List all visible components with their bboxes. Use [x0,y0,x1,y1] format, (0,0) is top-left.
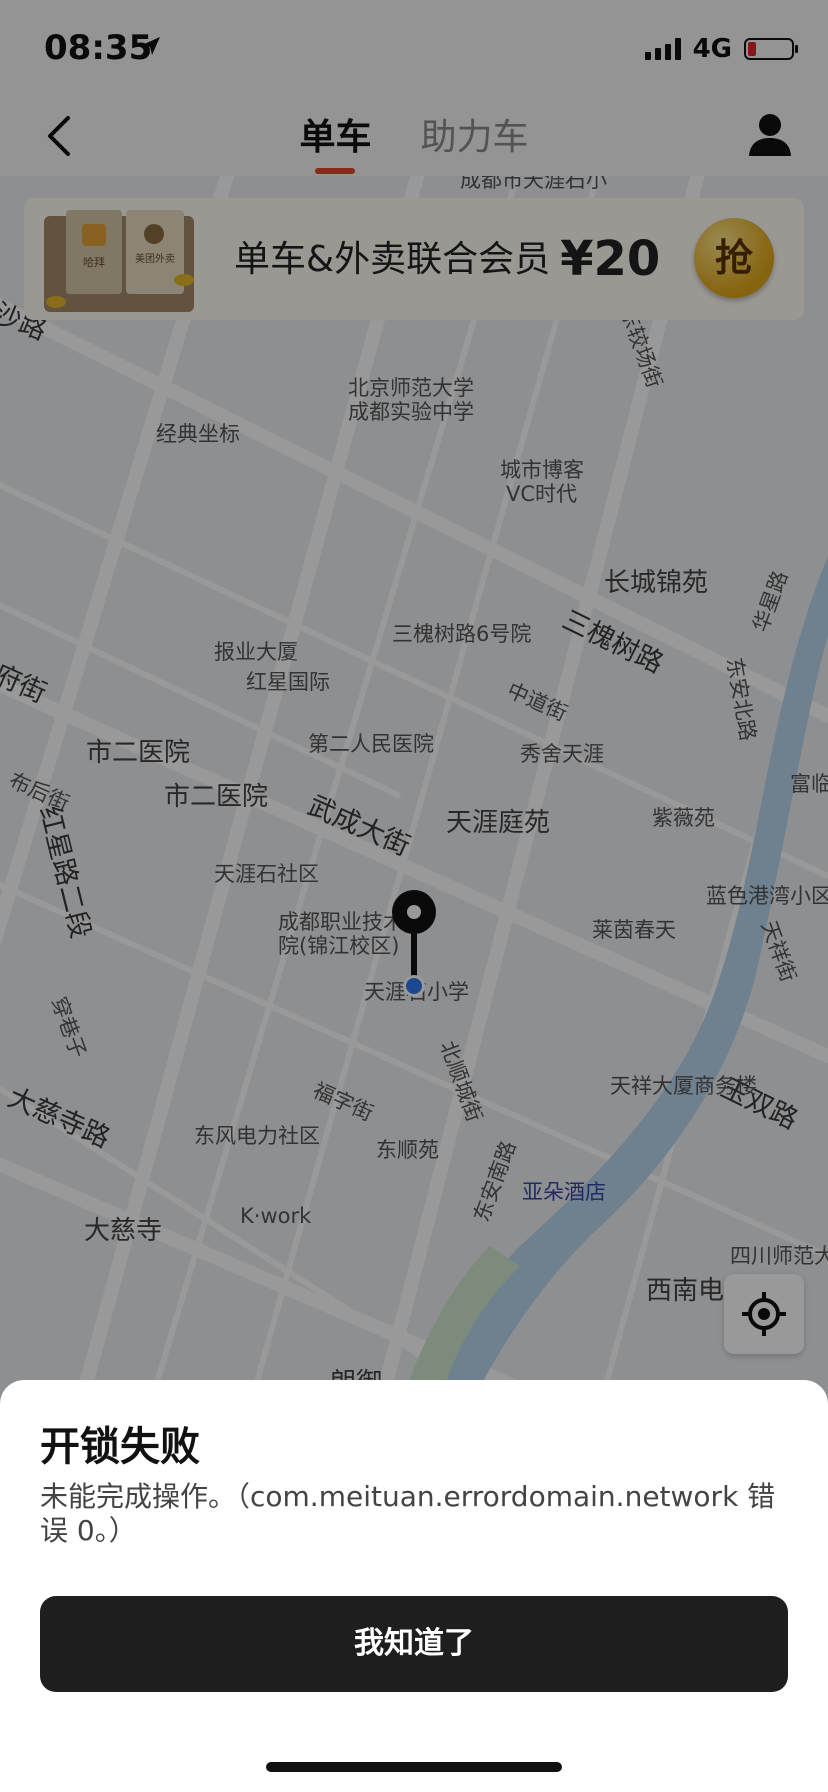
acknowledge-button[interactable]: 我知道了 [40,1596,788,1692]
home-indicator[interactable] [266,1762,562,1772]
error-dialog: 开锁失败 未能完成操作。（com.meituan.errordomain.net… [0,1380,828,1792]
dialog-message: 未能完成操作。（com.meituan.errordomain.network … [40,1480,776,1547]
dialog-title: 开锁失败 [40,1424,200,1470]
